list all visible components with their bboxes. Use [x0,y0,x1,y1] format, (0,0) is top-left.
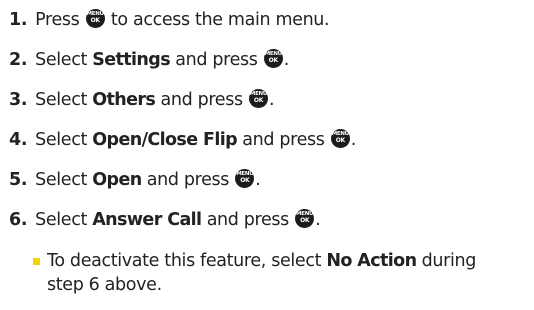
step-5: 5. Select Open and press MENU OK. [9,160,529,200]
menu-ok-key-icon: MENU OK [235,169,255,188]
step-number: 2. [9,50,28,70]
step-end: . [268,90,275,110]
step-text: and press [175,50,258,70]
bullet-icon [33,258,40,265]
menu-ok-key-icon: MENU OK [295,209,315,228]
menu-ok-key-icon: MENU OK [85,9,105,28]
note-option: No Action [326,251,417,271]
menu-ok-key-icon: MENU OK [263,49,283,68]
instruction-steps: 1. Press MENU OK to access the main menu. … [9,0,529,297]
step-4: 4. Select Open/Close Flip and press MENU O… [9,120,529,160]
note-text: To deactivate this feature, select [47,251,322,271]
step-6: 6. Select Answer Call and press MENU OK. [9,200,529,240]
note-item: To deactivate this feature, select No Ac… [9,249,517,297]
menu-option: Open/Close Flip [92,130,238,150]
step-end: . [315,210,321,230]
step-text: Select [35,210,88,230]
step-3: 3. Select Others and press MENU OK. [9,80,529,120]
step-end: . [350,130,357,150]
step-text: Select [35,50,88,70]
menu-option: Settings [92,50,171,70]
step-text: Select [35,90,88,110]
step-number: 1. [9,10,28,30]
step-text: and press [206,210,290,230]
menu-option: Others [92,90,156,110]
step-number: 5. [9,170,28,190]
step-text: Select [35,170,88,190]
step-number: 6. [9,210,28,230]
menu-option: Open [92,170,142,190]
menu-option: Answer Call [92,210,202,230]
step-text: Press [35,10,80,30]
menu-ok-key-icon: MENU OK [248,89,268,108]
step-text: and press [146,170,230,190]
step-number: 4. [9,130,28,150]
step-end: . [283,50,290,70]
step-text: Select [35,130,88,150]
step-2: 2. Select Settings and press MENU OK. [9,40,529,80]
menu-ok-key-icon: MENU OK [330,129,350,148]
step-end: . [255,170,261,190]
step-text: and press [242,130,325,150]
step-text: and press [160,90,243,110]
step-number: 3. [9,90,28,110]
step-1: 1. Press MENU OK to access the main menu. [9,0,529,40]
step-text: to access the main menu. [110,10,330,30]
